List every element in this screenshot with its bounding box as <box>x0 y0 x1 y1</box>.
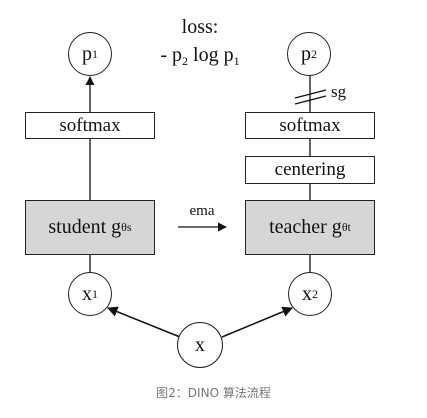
x-source-node: x <box>177 322 223 368</box>
x2-node: x2 <box>288 272 332 316</box>
loss-formula-part1: - p <box>160 44 183 66</box>
student-network-sub: θs <box>121 220 132 234</box>
loss-formula-part2: log p <box>188 44 234 66</box>
student-softmax-box: softmax <box>25 112 155 139</box>
stop-gradient-label: sg <box>331 82 347 101</box>
loss-formula-sub2: 1 <box>233 54 240 68</box>
centering-box: centering <box>245 156 375 184</box>
x2-base: x <box>302 282 312 305</box>
arrow-x-to-x1 <box>107 306 181 338</box>
ema-label: ema <box>189 203 215 219</box>
student-network-label: student g <box>48 216 122 238</box>
p1-base: p <box>82 42 92 65</box>
p2-base: p <box>301 42 311 65</box>
teacher-softmax-box: softmax <box>245 112 375 139</box>
arrow-x-to-x2 <box>221 306 293 338</box>
figure-caption: 图2：DINO 算法流程 <box>156 386 271 400</box>
p1-node: p1 <box>68 32 112 76</box>
p2-sub: 2 <box>311 46 317 61</box>
x-source-label: x <box>195 333 205 356</box>
x1-node: x1 <box>68 272 112 316</box>
x2-sub: 2 <box>312 286 318 301</box>
p2-node: p2 <box>287 32 331 76</box>
loss-title: loss: <box>181 16 219 38</box>
x1-sub: 1 <box>92 286 98 301</box>
student-network-box: student g θs <box>25 200 155 255</box>
x1-base: x <box>82 282 92 305</box>
teacher-network-box: teacher g θt <box>245 200 375 255</box>
p1-sub: 1 <box>92 46 98 61</box>
loss-formula: - p2 log p1 <box>140 44 260 69</box>
teacher-network-label: teacher g <box>269 216 342 238</box>
teacher-network-sub: θt <box>341 220 351 234</box>
